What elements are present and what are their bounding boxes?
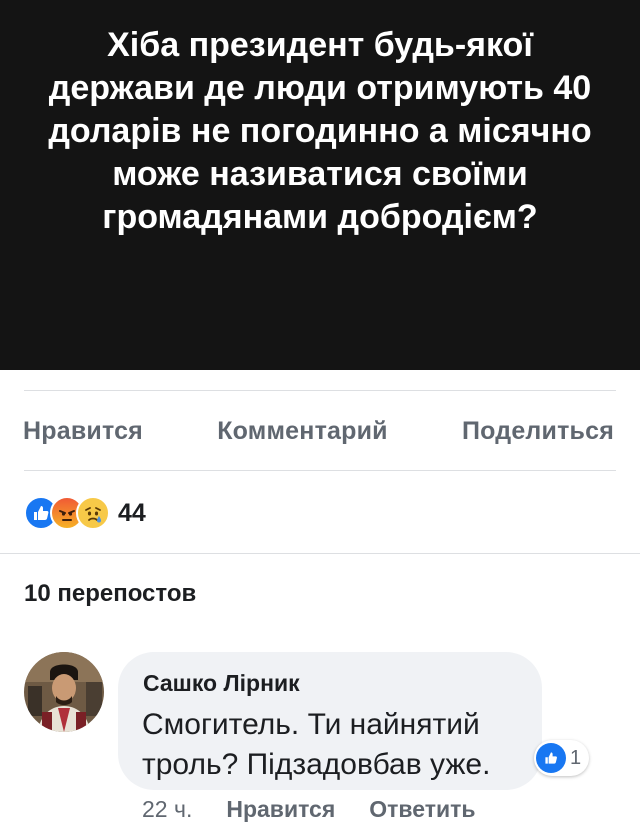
comment-reaction-count: 1 xyxy=(570,746,582,769)
like-button[interactable]: Нравится xyxy=(23,417,143,446)
divider xyxy=(24,390,616,391)
post-image[interactable]: Хіба президент будь-якої держави де люди… xyxy=(0,0,640,370)
comment-text: Смогитель. Ти найнятий троль? Підзадовба… xyxy=(142,708,491,781)
comment-meta: 22 ч. Нравится Ответить xyxy=(142,796,476,823)
shares-count[interactable]: 10 перепостов xyxy=(24,580,196,608)
comment-timestamp[interactable]: 22 ч. xyxy=(142,796,192,823)
reaction-count: 44 xyxy=(118,498,146,527)
share-button[interactable]: Поделиться xyxy=(462,417,614,446)
divider xyxy=(0,553,640,554)
comment-like-button[interactable]: Нравится xyxy=(226,796,335,823)
sad-icon xyxy=(76,496,110,530)
comment-bubble[interactable]: Сашко Лірник Смогитель. Ти найнятий трол… xyxy=(118,652,542,790)
like-icon xyxy=(536,743,566,773)
avatar[interactable] xyxy=(24,652,104,732)
post-action-bar: Нравится Комментарий Поделиться xyxy=(0,392,640,470)
comment-author[interactable]: Сашко Лірник xyxy=(143,670,518,697)
post-image-text: Хіба президент будь-якої держави де люди… xyxy=(48,26,592,236)
divider xyxy=(24,470,616,471)
reactions-summary[interactable]: 44 xyxy=(24,493,146,533)
comment-reaction-badge[interactable]: 1 xyxy=(534,740,590,776)
comment-reply-button[interactable]: Ответить xyxy=(369,796,475,823)
comment-button[interactable]: Комментарий xyxy=(217,417,388,446)
